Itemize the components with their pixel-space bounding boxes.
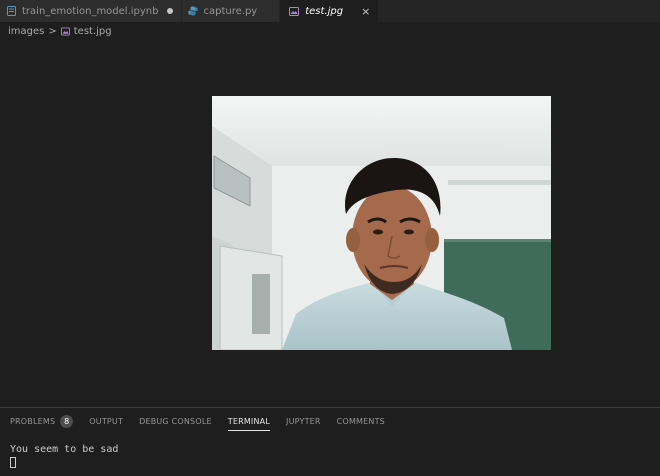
breadcrumb-folder[interactable]: images <box>8 26 44 37</box>
tab-comments[interactable]: COMMENTS <box>337 408 385 434</box>
unsaved-dot-icon[interactable] <box>166 8 173 14</box>
tab-debug-console[interactable]: DEBUG CONSOLE <box>139 408 212 434</box>
tab-terminal[interactable]: TERMINAL <box>227 408 271 434</box>
tab-label: TERMINAL <box>227 416 271 426</box>
image-icon <box>60 26 70 36</box>
tab-output[interactable]: OUTPUT <box>89 408 123 434</box>
tab-label: OUTPUT <box>89 416 124 426</box>
chevron-right-icon: > <box>48 25 57 37</box>
close-icon[interactable]: × <box>361 5 370 18</box>
tab-test-jpg[interactable]: test.jpg × <box>280 0 380 22</box>
problems-count-badge: 8 <box>60 414 74 428</box>
panel-tab-bar: PROBLEMS 8 OUTPUT DEBUG CONSOLE TERMINAL… <box>0 408 660 434</box>
terminal-cursor <box>10 457 16 468</box>
webcam-photo <box>212 96 551 350</box>
breadcrumb-file[interactable]: test.jpg <box>74 26 112 37</box>
tab-label: COMMENTS <box>336 416 385 426</box>
tab-label: train_emotion_model.ipynb <box>22 5 159 17</box>
tab-problems[interactable]: PROBLEMS 8 <box>10 408 74 434</box>
tab-label: JUPYTER <box>286 416 321 426</box>
tab-capture-py[interactable]: capture.py <box>181 0 281 22</box>
image-preview-area <box>0 40 660 406</box>
tab-jupyter[interactable]: JUPYTER <box>286 408 321 434</box>
preview-image <box>212 96 551 350</box>
image-icon <box>289 6 300 16</box>
tab-label: capture.py <box>203 5 258 17</box>
editor-tab-bar: train_emotion_model.ipynb capture.py tes… <box>0 0 660 22</box>
notebook-icon <box>6 6 16 16</box>
terminal-output-line: You seem to be sad <box>10 444 119 455</box>
tab-label: DEBUG CONSOLE <box>139 416 212 426</box>
breadcrumb: images > test.jpg <box>0 22 660 40</box>
tab-label: PROBLEMS <box>10 416 56 426</box>
bottom-panel: PROBLEMS 8 OUTPUT DEBUG CONSOLE TERMINAL… <box>0 407 660 476</box>
tab-train-emotion-model[interactable]: train_emotion_model.ipynb <box>0 0 182 22</box>
python-icon <box>187 6 198 16</box>
terminal-view[interactable]: You seem to be sad <box>0 434 660 471</box>
tab-label: test.jpg <box>305 5 344 17</box>
